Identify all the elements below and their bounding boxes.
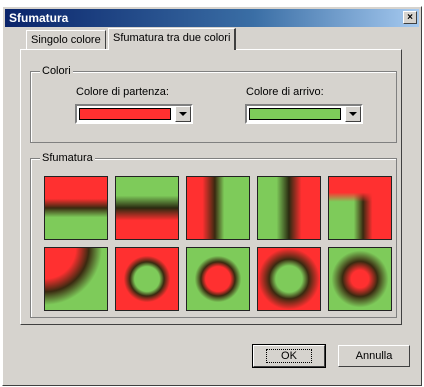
- title-bar: Sfumatura ×: [5, 9, 419, 27]
- gradient-style-vertical-stripe-red-center[interactable]: [186, 176, 250, 240]
- gradient-style-square-green-center[interactable]: [186, 247, 250, 311]
- gradient-style-vertical-stripe-green-center[interactable]: [257, 176, 321, 240]
- end-color-label: Colore di arrivo:: [246, 86, 324, 98]
- tab-singolo-colore[interactable]: Singolo colore: [26, 30, 106, 50]
- gradient-style-horizontal-stripe-green-center[interactable]: [115, 176, 179, 240]
- colors-legend: Colori: [40, 65, 73, 77]
- tab-label: Sfumatura tra due colori: [113, 32, 231, 44]
- close-icon[interactable]: ×: [403, 11, 417, 24]
- end-color-dropdown[interactable]: [245, 104, 363, 124]
- end-color-swatch: [249, 108, 341, 120]
- start-color-swatch: [79, 108, 171, 120]
- cancel-label: Annulla: [355, 350, 393, 362]
- gradient-style-radial-green-center[interactable]: [257, 247, 321, 311]
- tab-label: Singolo colore: [31, 34, 101, 46]
- gradient-legend: Sfumatura: [40, 152, 95, 164]
- tab-sfumatura-tra-due-colori[interactable]: Sfumatura tra due colori: [108, 28, 237, 50]
- gradient-style-square-red-center[interactable]: [115, 247, 179, 311]
- ok-label: OK: [266, 349, 312, 363]
- ok-button[interactable]: OK: [252, 344, 326, 368]
- chevron-down-icon[interactable]: [175, 106, 191, 122]
- start-color-dropdown[interactable]: [75, 104, 193, 124]
- start-color-label: Colore di partenza:: [76, 86, 169, 98]
- cancel-button[interactable]: Annulla: [338, 345, 410, 367]
- chevron-down-icon[interactable]: [345, 106, 361, 122]
- gradient-style-radial-red-center[interactable]: [328, 247, 392, 311]
- gradient-style-horizontal-stripe-red-center[interactable]: [44, 176, 108, 240]
- gradient-style-corner-green[interactable]: [44, 247, 108, 311]
- gradient-style-corner-red[interactable]: [328, 176, 392, 240]
- window-title: Sfumatura: [9, 11, 69, 25]
